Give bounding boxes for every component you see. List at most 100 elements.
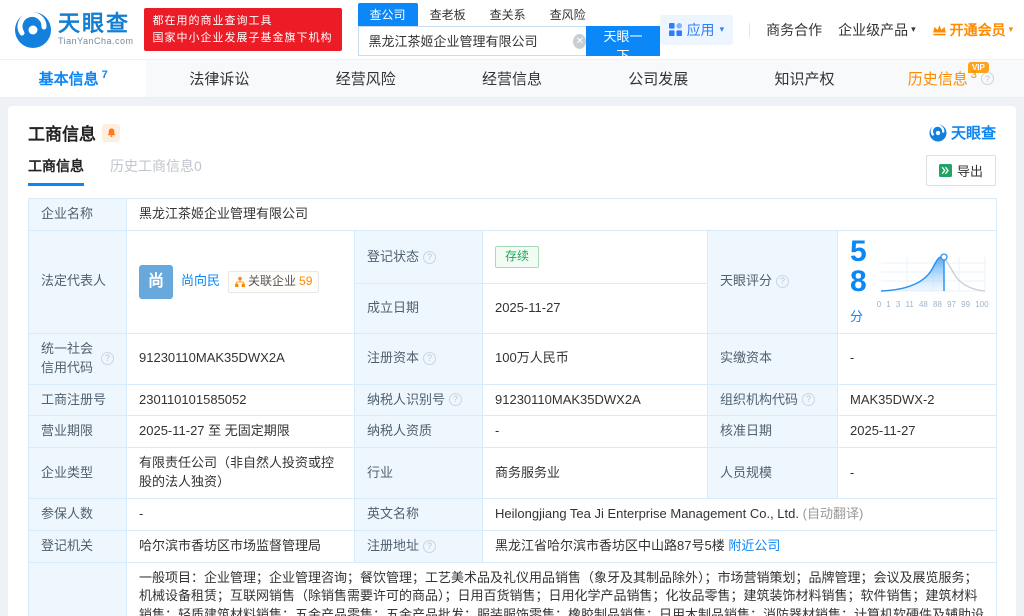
table-row: 经营范围 一般项目：企业管理；企业管理咨询；餐饮管理；工艺美术品及礼仪用品销售（… [29,562,997,616]
search-tab-relation[interactable]: 查关系 [478,3,538,26]
field-label: 英文名称 [355,498,483,530]
tab-operation-info[interactable]: 经营信息 [439,60,585,97]
table-row: 工商注册号 230110101585052 纳税人识别号 91230110MAK… [29,384,997,416]
apps-menu[interactable]: 应用 ▾ [660,15,734,45]
auto-translate-note: (自动翻译) [803,506,864,521]
org-code-value: MAK35DWX-2 [838,384,997,416]
chevron-down-icon: ▾ [1009,24,1014,35]
field-label: 行业 [355,448,483,499]
chevron-down-icon: ▾ [720,24,725,35]
address-text: 黑龙江省哈尔滨市香坊区中山路87号5楼 [495,538,725,553]
paid-capital-value: - [838,333,997,384]
reg-status-label: 登记状态 [367,248,419,267]
org-chart-icon [235,277,245,287]
tianyancha-logo[interactable]: 天眼查 TianYanCha.com [14,11,134,49]
field-label: 纳税人资质 [355,416,483,448]
taxpayer-id-label: 纳税人识别号 [367,391,445,410]
tab-label: 基本信息 [39,68,99,89]
nav-enterprise-products[interactable]: 企业级产品 ▾ [838,20,916,40]
chevron-down-icon: ▾ [911,24,916,35]
subtab-business-info[interactable]: 工商信息 [28,156,84,186]
reg-address-value: 黑龙江省哈尔滨市香坊区中山路87号5楼 附近公司 [483,530,997,562]
score-label: 天眼评分 [720,272,772,291]
help-icon[interactable] [423,251,436,264]
clear-search-icon[interactable]: ✕ [573,34,586,49]
tab-label: 公司发展 [628,68,688,89]
logo-text: 天眼查 [58,13,134,35]
subtab-history-business-info[interactable]: 历史工商信息0 [110,156,202,186]
related-badge-count: 59 [299,273,312,290]
field-label: 统一社会信用代码 [29,333,127,384]
tab-operation-risk[interactable]: 经营风险 [293,60,439,97]
tab-basic-info[interactable]: 基本信息 7 [0,60,146,97]
legal-rep-link[interactable]: 尚向民 [181,272,220,291]
english-name-value: Heilongjiang Tea Ji Enterprise Managemen… [483,498,997,530]
logo-eye-icon [14,11,52,49]
help-icon[interactable] [802,393,815,406]
field-label: 成立日期 [355,284,483,334]
help-icon[interactable] [423,540,436,553]
status-badge: 存续 [495,246,539,267]
business-info-table: 企业名称 黑龙江茶姬企业管理有限公司 法定代表人 尚 尚向民 关联企业 59 [28,198,997,616]
table-row: 企业名称 黑龙江茶姬企业管理有限公司 [29,199,997,231]
watermark-text: 天眼查 [951,122,996,143]
help-icon[interactable] [981,72,994,85]
reg-status-value: 存续 [483,230,708,283]
field-label: 营业期限 [29,416,127,448]
section-title: 工商信息 [28,120,96,145]
nav-open-membership[interactable]: 开通会员 ▾ [932,20,1014,40]
search-tab-boss[interactable]: 查老板 [418,3,478,26]
table-row: 企业类型 有限责任公司（非自然人投资或控股的法人独资） 行业 商务服务业 人员规… [29,448,997,499]
help-icon[interactable] [423,352,436,365]
industry-value: 商务服务业 [483,448,708,499]
tab-label: 法律诉讼 [189,68,249,89]
field-label: 经营范围 [29,562,127,616]
org-code-label: 组织机构代码 [720,391,798,410]
logo-eye-icon [929,124,947,142]
field-label: 人员规模 [708,448,838,499]
chart-x-ticks: 0131148889799100 [877,299,989,311]
tab-count: 3 [971,69,977,81]
search-input[interactable] [358,26,596,56]
taxpayer-id-value: 91230110MAK35DWX2A [483,384,708,416]
tab-label: 历史信息 [908,68,968,89]
export-button[interactable]: 导出 [926,155,996,186]
score-cell[interactable]: 58分 [838,230,997,333]
avatar[interactable]: 尚 [139,265,173,299]
watermark-logo: 天眼查 [929,122,996,143]
english-name-text: Heilongjiang Tea Ji Enterprise Managemen… [495,506,799,521]
reg-number-value: 230110101585052 [127,384,355,416]
score-distribution-chart: 0131148889799100 [877,253,989,311]
nav-business-cooperation[interactable]: 商务合作 [766,20,822,40]
staff-size-value: - [838,448,997,499]
related-companies-badge[interactable]: 关联企业 59 [228,271,319,292]
tab-history-info[interactable]: VIP 历史信息 3 [878,60,1024,97]
brand-slogan: 都在用的商业查询工具 国家中小企业发展子基金旗下机构 [144,8,342,51]
tab-legal-proceedings[interactable]: 法律诉讼 [146,60,292,97]
table-row: 营业期限 2025-11-27 至 无固定期限 纳税人资质 - 核准日期 202… [29,416,997,448]
field-label: 组织机构代码 [708,384,838,416]
business-info-card: 工商信息 天眼查 工商信息 历史工商信息0 导出 企业名称 黑龙江 [8,106,1016,616]
company-name-value: 黑龙江茶姬企业管理有限公司 [127,199,997,231]
field-label: 注册资本 [355,333,483,384]
legal-rep-cell: 尚 尚向民 关联企业 59 [127,230,355,333]
tab-intellectual-property[interactable]: 知识产权 [731,60,877,97]
tab-company-development[interactable]: 公司发展 [585,60,731,97]
help-icon[interactable] [449,393,462,406]
help-icon[interactable] [101,352,114,365]
tab-count: 7 [102,69,108,81]
search-tab-company[interactable]: 查公司 [358,3,418,26]
logo-domain: TianYanCha.com [58,37,134,46]
nearby-companies-link[interactable]: 附近公司 [728,538,780,553]
taxpayer-quality-value: - [483,416,708,448]
search-tab-risk[interactable]: 查风险 [538,3,598,26]
help-icon[interactable] [776,275,789,288]
table-row: 法定代表人 尚 尚向民 关联企业 59 登记状态 存续 [29,230,997,283]
field-label: 核准日期 [708,416,838,448]
reg-address-label: 注册地址 [367,537,419,556]
search-button[interactable]: 天眼一下 [586,26,659,56]
search-area: 查公司 查老板 查关系 查风险 ✕ 天眼一下 [358,4,660,56]
tab-label: 经营信息 [482,68,542,89]
announcement-bell-icon[interactable] [102,124,120,142]
reg-capital-label: 注册资本 [367,349,419,368]
